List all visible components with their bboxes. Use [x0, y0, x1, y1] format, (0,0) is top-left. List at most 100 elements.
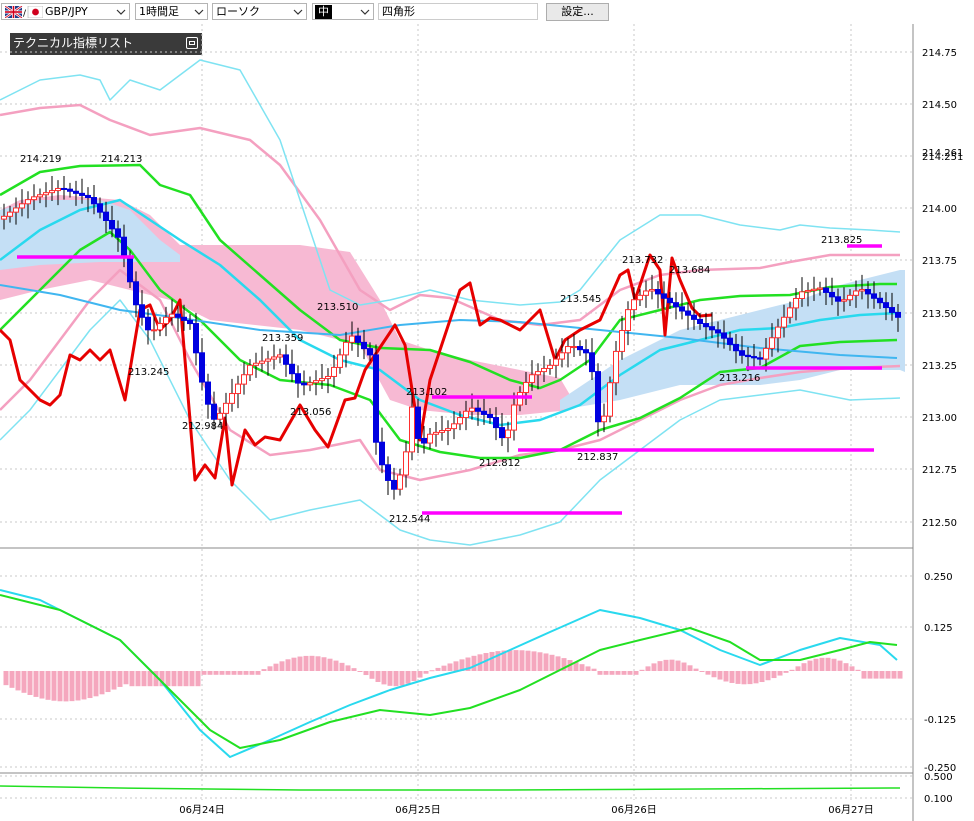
macd-bar — [369, 671, 375, 679]
price-annotation: 212.812 — [479, 458, 520, 469]
macd-bar — [801, 663, 807, 671]
macd-bar — [327, 658, 333, 671]
macd-bar — [747, 671, 753, 685]
chevron-down-icon — [293, 9, 303, 15]
price-annotation: 213.825 — [821, 235, 862, 246]
candle-body — [343, 341, 349, 356]
candle-body — [217, 412, 223, 420]
candle-body — [577, 346, 583, 351]
macd-bar — [147, 671, 153, 687]
macd-bar — [69, 671, 75, 702]
candle-body — [697, 318, 703, 325]
macd-bar — [171, 671, 177, 687]
bottom-indicator-line — [0, 785, 901, 791]
candle-body — [367, 348, 373, 356]
macd-bar — [507, 650, 513, 671]
candle-body — [631, 299, 637, 311]
candle-body — [283, 354, 289, 365]
chart-style-select[interactable]: ローソク — [212, 3, 307, 20]
candle-body — [391, 479, 397, 490]
macd-bar — [723, 671, 729, 682]
candle-body — [715, 329, 721, 334]
macd-bar — [741, 671, 747, 685]
candle-body — [121, 236, 127, 258]
price-annotation: 213.545 — [560, 294, 601, 305]
candle-body — [379, 441, 385, 466]
macd-bar — [783, 671, 789, 673]
candle-body — [427, 433, 433, 444]
candle-body — [739, 350, 745, 356]
candle-body — [97, 203, 103, 213]
chart-style-label: ローソク — [216, 5, 260, 18]
macd-bar — [489, 651, 495, 671]
macd-bar — [315, 656, 321, 671]
macd-bar — [363, 671, 369, 676]
candle-body — [13, 207, 19, 213]
macd-bar — [213, 671, 219, 675]
macd-bar — [855, 669, 861, 671]
macd-bar — [591, 668, 597, 671]
candle-body — [331, 366, 337, 377]
macd-bar — [585, 666, 591, 671]
macd-bar — [687, 665, 693, 671]
price-axis: 214.75214.50214.261214.251214.00213.7521… — [922, 48, 963, 529]
candle-body — [103, 211, 109, 222]
candle-body — [301, 382, 307, 386]
currency-pair-select[interactable]: / GBP/JPY — [1, 3, 130, 20]
candle-body — [409, 406, 415, 453]
macd-bar — [297, 656, 303, 671]
candle-body — [469, 407, 475, 412]
chart-area[interactable]: 214.219 214.213 213.245 212.984 213.359 213.0… — [0, 24, 974, 821]
candle-body — [535, 371, 541, 376]
timeframe-label: 1時間足 — [139, 5, 179, 18]
macd-bar — [3, 671, 9, 686]
candle-body — [859, 289, 865, 292]
candle-body — [541, 367, 547, 373]
candle-body — [421, 437, 427, 444]
candle-body — [805, 290, 811, 293]
macd-bar — [81, 671, 87, 700]
candle-body — [403, 451, 409, 476]
price-tick-label: 214.75 — [922, 48, 957, 59]
macd-bar — [729, 671, 735, 683]
candle-body — [211, 403, 217, 420]
candle-body — [73, 190, 79, 194]
chevron-down-icon — [360, 9, 370, 15]
candle-body — [799, 291, 805, 299]
candle-body — [139, 304, 145, 318]
macd-bar — [303, 655, 309, 671]
macd-bar — [357, 671, 363, 672]
candle-body — [649, 289, 655, 292]
macd-bar — [87, 671, 93, 699]
settings-button[interactable]: 設定... — [546, 3, 609, 21]
macd-bar — [627, 671, 633, 675]
candle-body — [307, 382, 313, 386]
macd-bar — [753, 671, 759, 684]
macd-tick-label: 0.125 — [924, 623, 953, 634]
macd-bar — [63, 671, 69, 702]
macd-bar — [711, 671, 717, 678]
macd-bar — [777, 671, 783, 676]
macd-bar — [195, 671, 201, 687]
candle-body — [349, 335, 355, 343]
candle-body — [49, 190, 55, 194]
candle-body — [679, 306, 685, 312]
candle-body — [109, 220, 115, 230]
mode-select[interactable]: 中 — [312, 3, 374, 20]
candle-body — [745, 354, 751, 358]
candle-body — [667, 297, 673, 304]
timeframe-select[interactable]: 1時間足 — [135, 3, 208, 20]
price-annotation: 213.359 — [262, 333, 303, 344]
macd-bar — [339, 662, 345, 671]
macd-bar — [165, 671, 171, 687]
macd-bar — [9, 671, 15, 688]
draw-tool-field[interactable]: 四角形 — [378, 3, 538, 20]
candle-body — [529, 374, 535, 383]
macd-bar — [861, 671, 867, 679]
price-tick-label: 213.50 — [922, 309, 957, 320]
macd-bar — [117, 671, 123, 687]
macd-bar — [453, 661, 459, 671]
candle-body — [337, 354, 343, 368]
candle-body — [643, 290, 649, 296]
candle-body — [127, 256, 133, 283]
